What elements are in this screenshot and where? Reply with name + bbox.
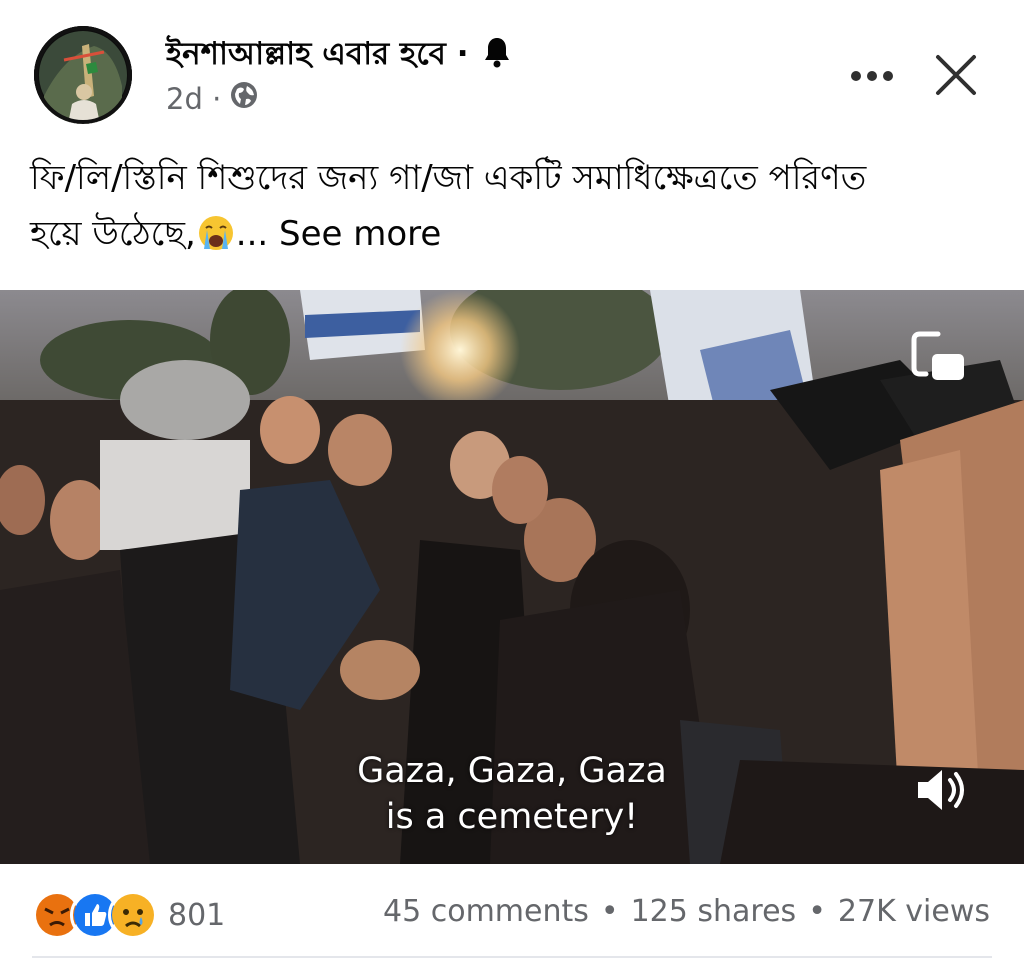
reactions-summary[interactable]: 801 xyxy=(32,890,225,940)
volume-button[interactable] xyxy=(912,762,972,818)
crying-emoji-icon xyxy=(196,213,236,253)
subtitle-line-2: is a cemetery! xyxy=(385,797,639,837)
post-footer: 801 45 comments • 125 shares • 27K views xyxy=(0,870,1024,962)
page-name-text[interactable]: ইনশাআল্লাহ এবার হবে · xyxy=(166,36,468,72)
post-header: ইনশাআল্লাহ এবার হবে · 2d · xyxy=(0,0,1024,140)
sad-reaction-icon xyxy=(108,890,158,940)
shares-link[interactable]: 125 shares xyxy=(631,894,797,929)
subtitle-line-1: Gaza, Gaza, Gaza xyxy=(357,751,667,791)
separator-dot: • xyxy=(600,894,619,929)
divider xyxy=(32,956,992,958)
page-name[interactable]: ইনশাআল্লাহ এবার হবে · xyxy=(166,30,511,82)
engagement-stats: 45 comments • 125 shares • 27K views xyxy=(383,894,990,929)
comments-link[interactable]: 45 comments xyxy=(383,894,589,929)
close-button[interactable] xyxy=(932,50,980,100)
caption-line-2: হয়ে উঠেছে, ... See more xyxy=(30,206,1000,262)
more-options-button[interactable] xyxy=(846,56,898,96)
post-caption: ফি/লি/স্তিনি শিশুদের জন্য গা/জা একটি সমা… xyxy=(30,150,1000,262)
more-horizontal-icon xyxy=(851,71,893,81)
globe-icon xyxy=(229,80,259,117)
post-meta: 2d · xyxy=(166,80,259,117)
separator-dot: • xyxy=(808,894,826,929)
picture-in-picture-button[interactable] xyxy=(908,328,968,384)
volume-icon xyxy=(918,770,964,810)
see-more-link[interactable]: See more xyxy=(279,214,441,254)
close-icon xyxy=(936,55,976,95)
post-time[interactable]: 2d · xyxy=(166,82,221,116)
views-count: 27K views xyxy=(837,894,990,929)
video-player[interactable]: Gaza, Gaza, Gaza is a cemetery! xyxy=(0,290,1024,864)
picture-in-picture-icon xyxy=(911,331,964,380)
caption-ellipsis: ... xyxy=(235,214,269,254)
video-subtitle: Gaza, Gaza, Gaza is a cemetery! xyxy=(0,748,1024,840)
page-avatar[interactable] xyxy=(34,26,132,124)
reaction-count: 801 xyxy=(168,897,226,933)
caption-line-1: ফি/লি/স্তিনি শিশুদের জন্য গা/জা একটি সমা… xyxy=(30,158,867,198)
caption-line-2-text: হয়ে উঠেছে, xyxy=(30,214,196,254)
bell-icon[interactable] xyxy=(483,36,511,76)
